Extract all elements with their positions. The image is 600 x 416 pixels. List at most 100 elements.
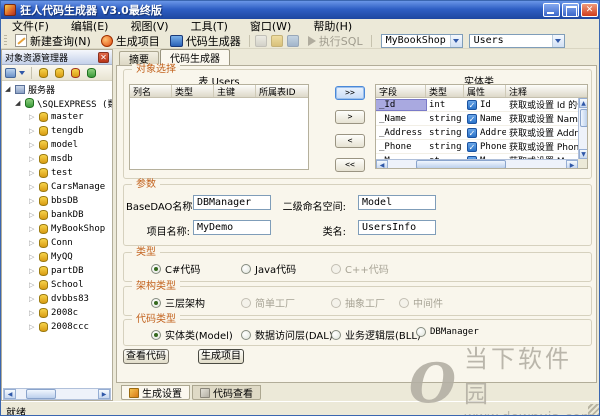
new-query-button[interactable]: 新建查询(N)	[10, 33, 96, 48]
tree-item-database[interactable]: bbsDB	[2, 194, 112, 208]
radio-java[interactable]: Java代码	[241, 261, 296, 276]
expand-icon[interactable]	[29, 110, 38, 124]
table-row[interactable]: _Phone string Phone 获取或设置 Phone..	[376, 140, 579, 154]
database-refresh-icon[interactable]	[87, 68, 96, 78]
expand-icon[interactable]	[29, 306, 38, 320]
scroll-right-icon[interactable]: ▶	[566, 160, 578, 169]
entity-horizontal-scrollbar[interactable]: ◀ ▶	[376, 159, 578, 169]
column-header[interactable]: 类型	[426, 85, 464, 97]
remove-all-button[interactable]: <<	[335, 158, 365, 172]
database-icon[interactable]	[39, 68, 48, 78]
database-delete-icon[interactable]	[71, 68, 80, 78]
checkbox-checked-icon[interactable]	[467, 114, 477, 124]
collapse-icon[interactable]	[15, 96, 24, 110]
column-header[interactable]: 字段	[376, 85, 426, 97]
generate-project-button[interactable]: 生成项目	[96, 33, 165, 48]
tree-item-database[interactable]: MyBookShop	[2, 222, 112, 236]
menu-window[interactable]: 窗口(W)	[239, 18, 302, 34]
radio-icon[interactable]	[241, 330, 251, 340]
radio-icon[interactable]	[331, 330, 341, 340]
expand-icon[interactable]	[29, 320, 38, 334]
class-input[interactable]	[358, 220, 436, 235]
tree-item-database[interactable]: model	[2, 138, 112, 152]
expand-icon[interactable]	[29, 124, 38, 138]
tree-item-database[interactable]: bankDB	[2, 208, 112, 222]
tree-horizontal-scrollbar[interactable]: ◀ ▶	[3, 388, 111, 400]
tree-item-database[interactable]: Conn	[2, 236, 112, 250]
remove-button[interactable]: <	[335, 134, 365, 148]
radio-checked-icon[interactable]	[151, 264, 161, 274]
scroll-left-icon[interactable]: ◀	[4, 389, 16, 399]
tree-item-database[interactable]: 2008ccc	[2, 320, 112, 334]
database-combobox[interactable]: MyBookShop	[381, 34, 463, 48]
tree-item-database[interactable]: partDB	[2, 264, 112, 278]
expand-icon[interactable]	[29, 166, 38, 180]
entity-vertical-scrollbar[interactable]: ▲ ▼	[578, 98, 588, 159]
radio-three-tier[interactable]: 三层架构	[151, 295, 205, 310]
scrollbar-thumb[interactable]	[580, 109, 588, 127]
column-header[interactable]: 主键	[214, 85, 256, 97]
code-generator-button[interactable]: 代码生成器	[165, 33, 246, 48]
radio-bll[interactable]: 业务逻辑层(BLL)	[331, 327, 421, 342]
table-row[interactable]: _Id int Id 获取或设置 Id 的值	[376, 98, 579, 112]
table-combobox[interactable]: Users	[469, 34, 565, 48]
project-input[interactable]	[193, 220, 271, 235]
column-header[interactable]: 属性	[464, 85, 506, 97]
expand-icon[interactable]	[29, 250, 38, 264]
expand-icon[interactable]	[29, 236, 38, 250]
radio-model[interactable]: 实体类(Model)	[151, 327, 233, 342]
expand-icon[interactable]	[29, 292, 38, 306]
checkbox-checked-icon[interactable]	[467, 128, 477, 138]
table-row[interactable]: _Name string Name 获取或设置 Name..	[376, 112, 579, 126]
column-header[interactable]: 注释	[506, 85, 579, 97]
table-row[interactable]: _Address string Address 获取或设置 Addre..	[376, 126, 579, 140]
scroll-left-icon[interactable]: ◀	[376, 160, 388, 169]
add-all-button[interactable]: >>	[335, 86, 365, 100]
expand-icon[interactable]	[29, 222, 38, 236]
resize-grip[interactable]	[588, 404, 600, 416]
tree-item-database[interactable]: School	[2, 278, 112, 292]
generate-project-button-main[interactable]: 生成项目	[198, 349, 244, 364]
tree-item-database[interactable]: CarsManage	[2, 180, 112, 194]
scroll-right-icon[interactable]: ▶	[98, 389, 110, 399]
tree-item-database[interactable]: MyQQ	[2, 250, 112, 264]
radio-dal[interactable]: 数据访问层(DAL)	[241, 327, 333, 342]
add-button[interactable]: >	[335, 110, 365, 124]
maximize-button[interactable]	[562, 3, 579, 17]
radio-icon[interactable]	[241, 264, 251, 274]
tab-summary[interactable]: 摘要	[119, 51, 159, 65]
tree-item-database[interactable]: msdb	[2, 152, 112, 166]
expand-icon[interactable]	[29, 278, 38, 292]
chevron-down-icon[interactable]	[450, 35, 462, 47]
radio-icon[interactable]	[416, 327, 426, 337]
tree-item-server-root[interactable]: 服务器	[2, 82, 112, 96]
chevron-down-icon[interactable]	[19, 71, 25, 75]
expand-icon[interactable]	[29, 152, 38, 166]
panel-close-icon[interactable]: ✕	[98, 52, 109, 63]
database-icon[interactable]	[55, 68, 64, 78]
tab-code-generator[interactable]: 代码生成器	[160, 49, 230, 65]
scrollbar-thumb[interactable]	[416, 160, 506, 169]
tree-item-sqlexpress[interactable]: \SQLEXPRESS (数据库	[2, 96, 112, 110]
tree-item-database[interactable]: master	[2, 110, 112, 124]
chevron-down-icon[interactable]	[552, 35, 564, 47]
scroll-up-icon[interactable]: ▲	[579, 98, 588, 108]
tree-item-database[interactable]: dvbbs83	[2, 292, 112, 306]
namespace-input[interactable]	[358, 195, 436, 210]
basedao-input[interactable]	[193, 195, 271, 210]
expand-icon[interactable]	[29, 264, 38, 278]
tree-item-database[interactable]: tengdb	[2, 124, 112, 138]
checkbox-checked-icon[interactable]	[467, 100, 477, 110]
minimize-button[interactable]	[543, 3, 560, 17]
column-header[interactable]: 类型	[172, 85, 214, 97]
radio-dbmanager[interactable]: DBManager	[416, 327, 479, 337]
tree-item-database[interactable]: 2008c	[2, 306, 112, 320]
tree-item-database[interactable]: test	[2, 166, 112, 180]
expand-icon[interactable]	[29, 194, 38, 208]
radio-checked-icon[interactable]	[151, 298, 161, 308]
column-header[interactable]: 所属表ID	[256, 85, 308, 97]
scrollbar-thumb[interactable]	[26, 389, 56, 399]
tab-generate-settings[interactable]: 生成设置	[121, 385, 190, 400]
expand-icon[interactable]	[29, 180, 38, 194]
radio-checked-icon[interactable]	[151, 330, 161, 340]
